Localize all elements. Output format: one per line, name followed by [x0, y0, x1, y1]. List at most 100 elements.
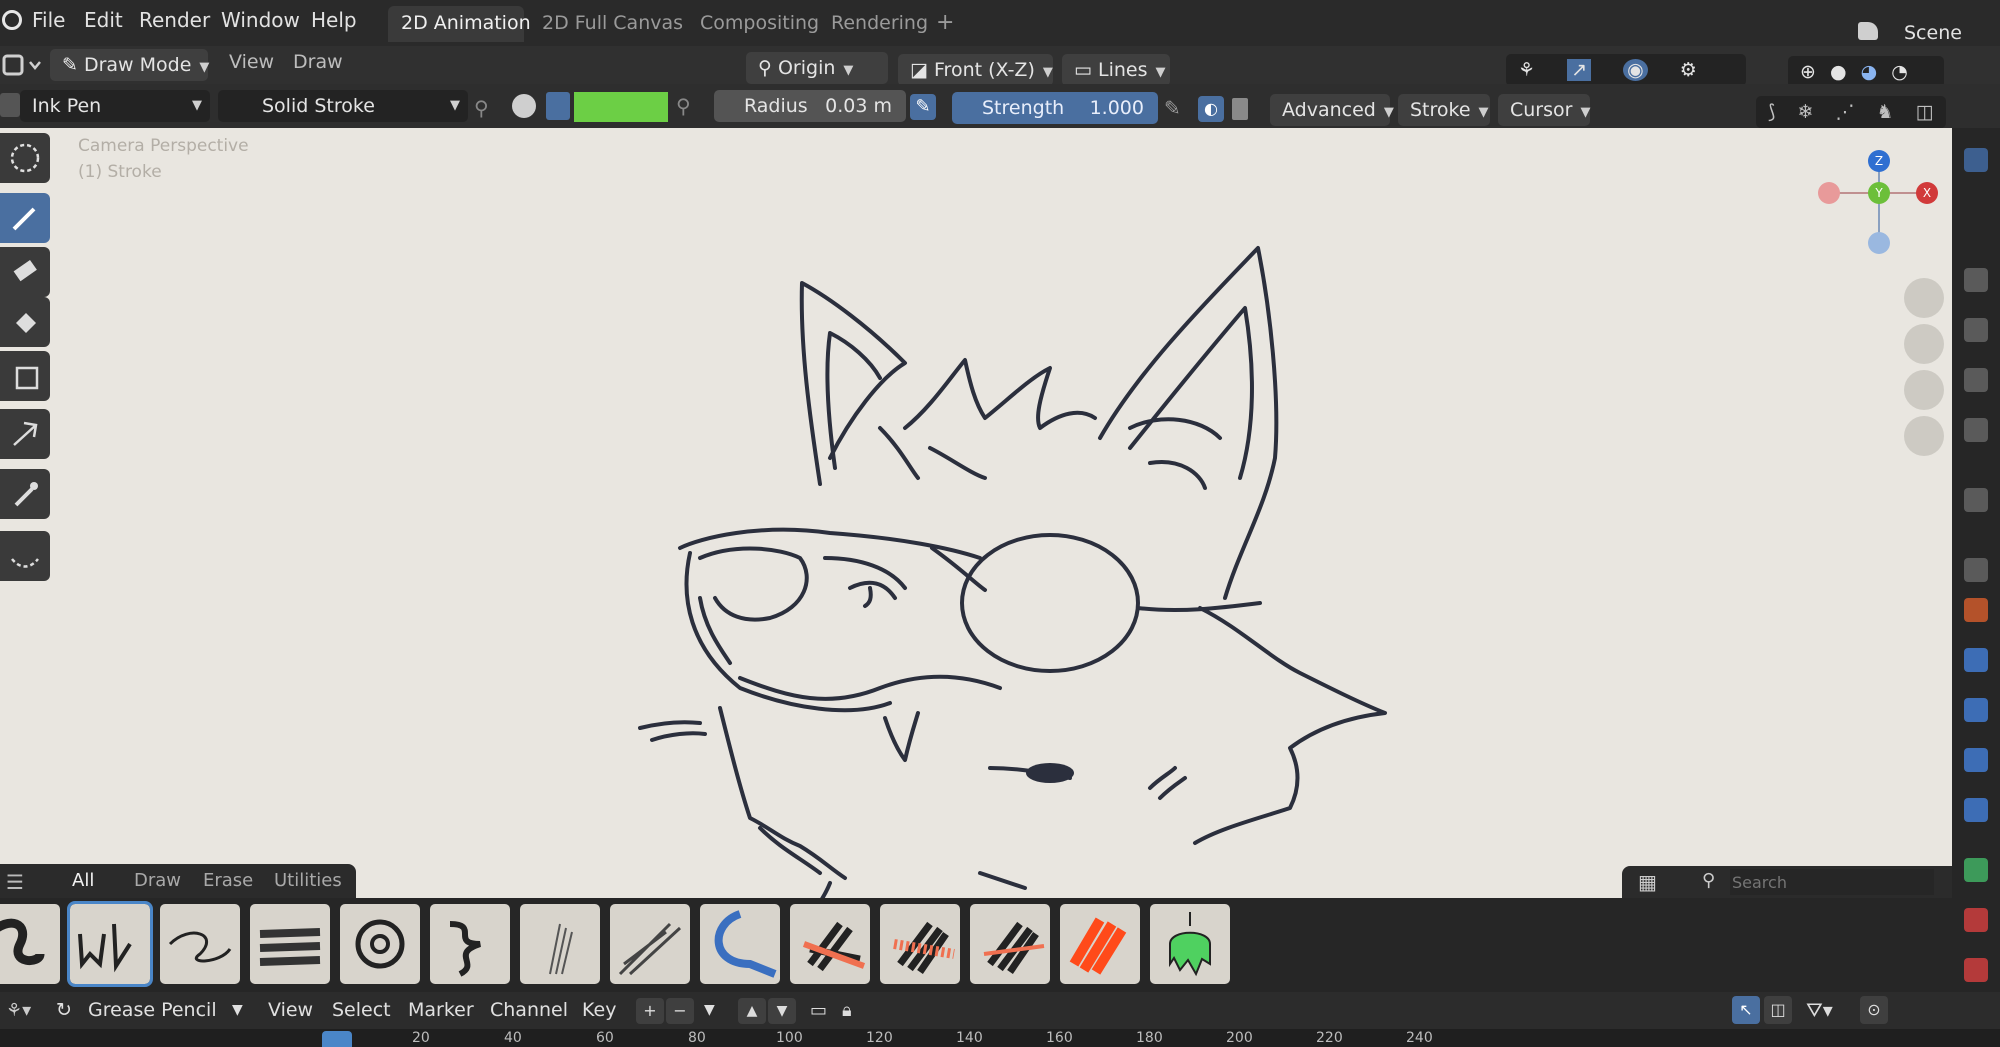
- menu-edit[interactable]: Edit: [84, 8, 123, 32]
- shape-tool-icon[interactable]: [0, 351, 50, 401]
- perspective-toggle-icon[interactable]: [1904, 416, 1944, 456]
- brush-thumbnail[interactable]: [1150, 904, 1230, 984]
- pressure-radius-icon[interactable]: ✎: [910, 94, 936, 120]
- gizmo-x-axis[interactable]: X: [1916, 182, 1938, 204]
- stroke-edit-tools[interactable]: ⟆ ❄ ⋰ ♞ ◫: [1756, 96, 1946, 128]
- brush-thumbnail[interactable]: [160, 904, 240, 984]
- drawing-viewport[interactable]: Camera Perspective (1) Stroke Z Y X: [0, 128, 1952, 898]
- color-swatch[interactable]: [574, 92, 668, 122]
- radius-field[interactable]: Radius 0.03 m: [714, 90, 906, 122]
- lock-icon[interactable]: 🔒︎: [842, 1000, 852, 1021]
- pin-icon[interactable]: ⚲: [474, 96, 489, 120]
- scene-label[interactable]: Scene: [1904, 22, 1962, 44]
- hand-pan-icon[interactable]: [1904, 324, 1944, 364]
- brush-thumbnail[interactable]: [340, 904, 420, 984]
- color-mode-icon[interactable]: [512, 94, 536, 118]
- hamburger-menu-icon[interactable]: ☰: [6, 870, 24, 894]
- erase-tool-icon[interactable]: [0, 247, 50, 297]
- brush-thumbnail[interactable]: [790, 904, 870, 984]
- brush-thumbnail[interactable]: [880, 904, 960, 984]
- playhead[interactable]: [322, 1031, 352, 1047]
- stabilizer-icon[interactable]: ◐: [1198, 96, 1224, 122]
- pressure-strength-icon[interactable]: ✎: [1164, 96, 1181, 120]
- search-input[interactable]: [1730, 869, 1934, 895]
- add-keyframe-button[interactable]: +: [636, 998, 664, 1024]
- brush-thumbnail-ink-pen[interactable]: [67, 901, 153, 987]
- lock-ratio-icon[interactable]: [1232, 98, 1248, 120]
- move-up-button[interactable]: ▲: [738, 998, 766, 1024]
- menu-channel[interactable]: Channel: [490, 999, 568, 1021]
- annotate-tool-icon[interactable]: [0, 531, 50, 581]
- origin-dropdown[interactable]: ⚲ Origin ▼: [746, 52, 888, 84]
- brush-dropdown[interactable]: Ink Pen ▼: [20, 90, 210, 122]
- brush-thumbnail[interactable]: [520, 904, 600, 984]
- tab-rendering[interactable]: Rendering: [831, 12, 928, 34]
- menu-key[interactable]: Key: [582, 999, 616, 1021]
- tab-2d-animation[interactable]: 2D Animation: [401, 12, 531, 34]
- interpolate-tool-icon[interactable]: [0, 409, 50, 459]
- zoom-view-icon[interactable]: [1904, 278, 1944, 318]
- world-properties-icon[interactable]: [1964, 488, 1988, 512]
- tool-properties-icon[interactable]: [1964, 148, 1988, 172]
- material-dropdown[interactable]: Solid Stroke ▼: [218, 90, 468, 122]
- gizmo-neg-x[interactable]: [1818, 182, 1840, 204]
- output-properties-icon[interactable]: [1964, 318, 1988, 342]
- brush-thumbnail[interactable]: [970, 904, 1050, 984]
- brush-preview-icon[interactable]: [0, 93, 20, 117]
- strength-field[interactable]: Strength 1.000: [952, 92, 1158, 124]
- draw-tool-icon[interactable]: [0, 193, 50, 243]
- remove-keyframe-button[interactable]: −: [666, 998, 694, 1024]
- overlay-toggles[interactable]: ⚘ ↗ ◉ ⚙: [1506, 54, 1746, 86]
- brush-thumbnail[interactable]: [0, 904, 60, 984]
- brush-thumbnail[interactable]: [250, 904, 330, 984]
- texture-properties-icon[interactable]: [1964, 958, 1988, 982]
- projection-dropdown[interactable]: ◪ Front (X-Z) ▼: [898, 54, 1053, 86]
- frame-ruler[interactable]: 20 40 60 80 100 120 140 160 180 200 220 …: [0, 1029, 2000, 1047]
- brush-thumbnail[interactable]: [700, 904, 780, 984]
- tab-2d-full-canvas[interactable]: 2D Full Canvas: [542, 12, 683, 34]
- menu-marker[interactable]: Marker: [408, 999, 474, 1021]
- navigation-gizmo[interactable]: Z Y X: [1818, 148, 1938, 258]
- menu-window[interactable]: Window: [221, 8, 300, 32]
- constraints-icon[interactable]: [1964, 798, 1988, 822]
- tab-compositing[interactable]: Compositing: [700, 12, 819, 34]
- proportional-icon[interactable]: ⊙: [1860, 996, 1888, 1024]
- editor-type-icon[interactable]: ⚘▾: [6, 1000, 31, 1021]
- menu-draw[interactable]: Draw: [293, 51, 343, 73]
- editor-mode-label[interactable]: Grease Pencil: [88, 999, 217, 1021]
- render-properties-icon[interactable]: [1964, 268, 1988, 292]
- scene-icon[interactable]: [1858, 22, 1878, 40]
- display-icon[interactable]: ▭: [810, 1000, 827, 1021]
- effects-icon[interactable]: [1964, 698, 1988, 722]
- show-hidden-icon[interactable]: ◫: [1764, 996, 1792, 1024]
- editor-type-icon[interactable]: [2, 52, 42, 78]
- gizmo-neg-z[interactable]: [1868, 232, 1890, 254]
- shelf-tab-erase[interactable]: Erase: [203, 870, 253, 891]
- physics-icon[interactable]: [1964, 748, 1988, 772]
- collection-icon[interactable]: [1964, 558, 1988, 582]
- shelf-tab-all[interactable]: All: [72, 870, 94, 891]
- brush-thumbnail[interactable]: [430, 904, 510, 984]
- vertex-color-icon[interactable]: [546, 92, 570, 120]
- data-properties-icon[interactable]: [1964, 858, 1988, 882]
- object-properties-icon[interactable]: [1964, 598, 1988, 622]
- stroke-dropdown[interactable]: Stroke ▼: [1398, 94, 1490, 126]
- fill-tool-icon[interactable]: [0, 297, 50, 347]
- move-down-button[interactable]: ▼: [768, 998, 796, 1024]
- add-workspace-button[interactable]: +: [936, 10, 954, 35]
- filter-icon[interactable]: ⛛▾: [1806, 998, 1833, 1022]
- grid-view-icon[interactable]: ▦: [1638, 870, 1657, 894]
- mode-dropdown[interactable]: ✎ Draw Mode ▼: [50, 49, 209, 81]
- eyedropper-tool-icon[interactable]: [0, 469, 50, 519]
- cursor-dropdown[interactable]: Cursor ▼: [1498, 94, 1590, 126]
- only-selected-icon[interactable]: ↖: [1732, 996, 1760, 1024]
- modifier-icon[interactable]: [1964, 648, 1988, 672]
- placement-dropdown[interactable]: ▭ Lines ▼: [1062, 54, 1170, 86]
- menu-select[interactable]: Select: [332, 999, 391, 1021]
- shelf-tab-utilities[interactable]: Utilities: [274, 870, 342, 891]
- gizmo-y-axis[interactable]: Y: [1868, 182, 1890, 204]
- chevron-down-icon[interactable]: ▼: [704, 1002, 715, 1018]
- pin-color-icon[interactable]: ⚲: [676, 94, 691, 118]
- menu-help[interactable]: Help: [311, 8, 357, 32]
- brush-thumbnail[interactable]: [610, 904, 690, 984]
